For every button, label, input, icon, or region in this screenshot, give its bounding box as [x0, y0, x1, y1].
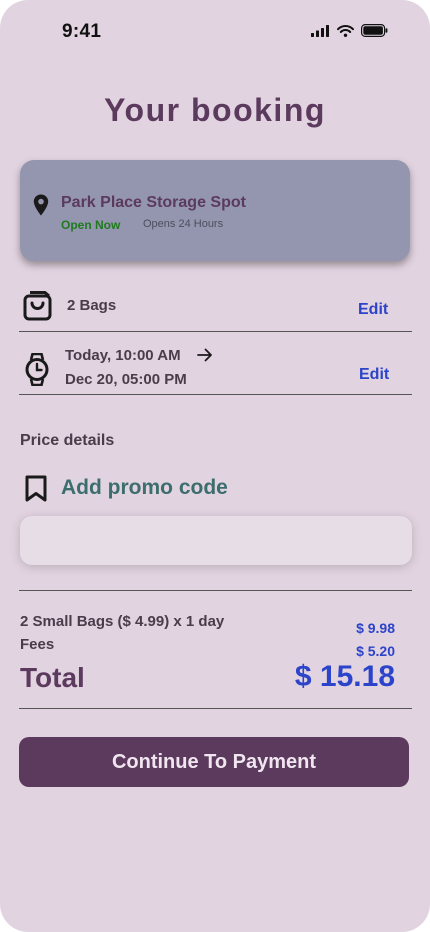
location-name: Park Place Storage Spot — [61, 194, 246, 211]
opening-hours: Opens 24 Hours — [143, 218, 224, 230]
end-time: Dec 20, 05:00 PM — [65, 371, 187, 388]
divider — [19, 708, 412, 709]
cellular-signal-icon — [311, 24, 329, 37]
bags-count: 2 Bags — [67, 297, 117, 314]
total-value: $ 15.18 — [294, 660, 395, 693]
start-time: Today, 10:00 AM — [65, 347, 181, 364]
battery-icon — [361, 24, 388, 37]
status-icons — [311, 24, 388, 37]
add-promo-code-link[interactable]: Add promo code — [61, 476, 228, 500]
arrow-right-icon — [197, 348, 212, 362]
status-time: 9:41 — [62, 21, 102, 42]
page-title: Your booking — [104, 92, 326, 128]
fees-label: Fees — [20, 636, 55, 653]
price-details-heading: Price details — [20, 432, 115, 449]
location-card[interactable]: Park Place Storage Spot Open Now Opens 2… — [20, 160, 410, 261]
shopping-bag-icon — [23, 291, 52, 321]
divider — [19, 331, 412, 332]
bags-price-label: 2 Small Bags ($ 4.99) x 1 day — [20, 613, 225, 630]
bookmark-icon — [25, 475, 47, 502]
watch-icon — [25, 353, 49, 386]
edit-schedule-button[interactable]: Edit — [359, 366, 389, 384]
status-bar: 9:41 — [0, 0, 430, 60]
promo-code-input[interactable] — [20, 516, 412, 565]
continue-to-payment-button[interactable]: Continue To Payment — [19, 737, 409, 787]
fees-value: $ 5.20 — [356, 643, 395, 659]
divider — [19, 394, 412, 395]
open-status: Open Now — [61, 218, 121, 232]
total-label: Total — [20, 662, 85, 693]
divider — [19, 590, 412, 591]
wifi-icon — [337, 24, 354, 37]
edit-bags-button[interactable]: Edit — [358, 301, 388, 319]
location-pin-icon — [33, 194, 49, 216]
bags-price-value: $ 9.98 — [356, 620, 395, 636]
booking-screen: 9:41 Your booking Park Place Storage Spo… — [0, 0, 430, 932]
